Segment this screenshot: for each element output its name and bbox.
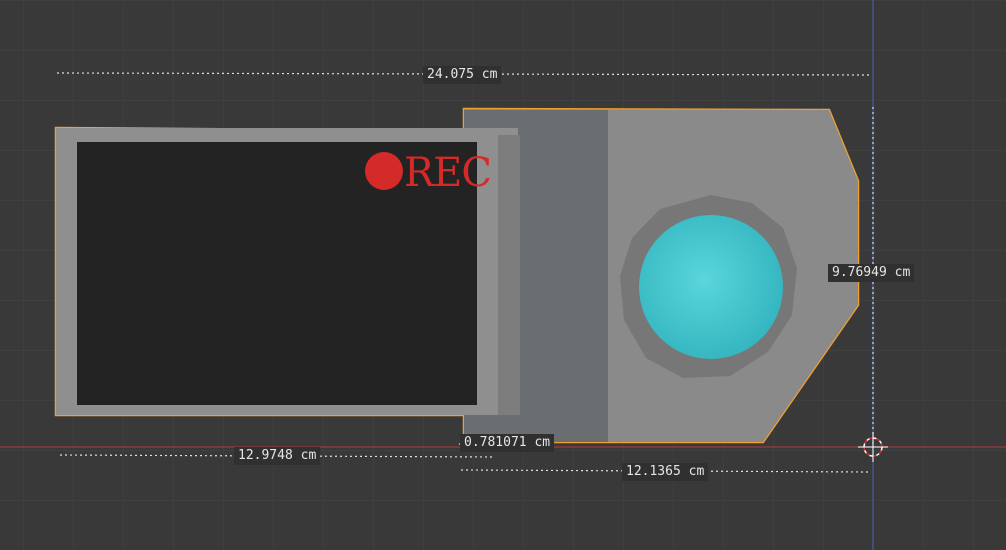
screen-hinge xyxy=(498,135,520,415)
camera-lens xyxy=(639,215,783,359)
overall-width-label: 24.075 cm xyxy=(423,66,502,84)
camera-model[interactable]: REC xyxy=(54,107,860,444)
gap-label: 0.781071 cm xyxy=(460,434,555,452)
right-width-label: 12.1365 cm xyxy=(622,463,709,481)
rec-dot-icon xyxy=(365,152,403,190)
3d-viewport[interactable]: REC 24.075 cm 9.76949 cm 12.9748 cm 0.78… xyxy=(0,0,1006,550)
height-label: 9.76949 cm xyxy=(828,264,915,282)
left-width-label: 12.9748 cm xyxy=(234,447,321,465)
rec-text: REC xyxy=(404,150,491,196)
